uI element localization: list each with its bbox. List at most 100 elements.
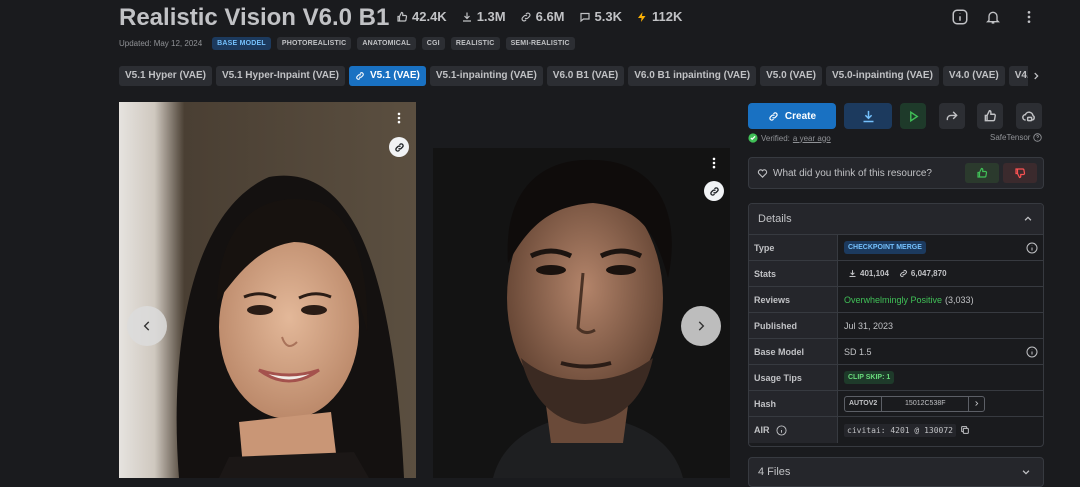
info-icon[interactable] [1026, 242, 1038, 254]
link-icon [521, 12, 531, 21]
copy-icon[interactable] [960, 425, 970, 435]
generations-count: 6,047,870 [910, 269, 947, 278]
tag-badge[interactable]: CGI [421, 37, 445, 50]
gallery-image-1[interactable] [119, 102, 416, 478]
info-icon[interactable] [1026, 346, 1038, 358]
air-value: civitai: 4201 @ 130072 [844, 423, 956, 437]
buzz-stat: 112K [636, 9, 682, 24]
lightning-icon [637, 11, 646, 22]
detail-row-stats: Stats 401,104 6,047,870 [749, 261, 1043, 287]
downloads-stat: 401,104 [848, 269, 889, 278]
versions-scroll-right-button[interactable] [1028, 66, 1044, 86]
cloud-lock-icon [1022, 111, 1035, 122]
bell-plus-icon [986, 11, 1000, 24]
info-icon [952, 9, 968, 25]
dots-vertical-icon [397, 112, 401, 124]
tag-badge[interactable]: REALISTIC [450, 37, 500, 50]
save-to-collection-button[interactable] [1016, 103, 1042, 129]
reviews-link[interactable]: Overwhelmingly Positive [844, 295, 942, 305]
download-button[interactable] [844, 103, 892, 129]
dots-vertical-icon [712, 157, 716, 169]
air-label-cell: AIR [749, 417, 838, 443]
downloads-count: 1.3M [476, 9, 506, 24]
heart-icon [757, 169, 768, 178]
chevron-left-icon [143, 321, 150, 331]
comments-count: 5.3K [594, 9, 622, 24]
detail-label: Stats [749, 261, 838, 286]
hash-value[interactable]: 15012C538F [882, 396, 970, 411]
review-positive-button[interactable] [965, 163, 999, 183]
review-negative-button[interactable] [1003, 163, 1037, 183]
verified-time-link[interactable]: a year ago [793, 134, 831, 143]
download-icon [863, 110, 873, 122]
model-stats: 42.4K 1.3M 6.6M 5.3K 112K [396, 9, 682, 24]
details-heading: Details [758, 213, 792, 225]
detail-label: AIR [754, 425, 770, 435]
detail-row-air: AIR civitai: 4201 @ 130072 [749, 417, 1043, 443]
like-button[interactable] [977, 103, 1003, 129]
carousel-next-button[interactable] [681, 306, 721, 346]
detail-label: Base Model [749, 339, 838, 364]
version-tab[interactable]: V6.0 B1 (VAE) [546, 66, 625, 86]
downloads-count: 401,104 [860, 269, 889, 278]
file-format-label: SafeTensor [990, 133, 1031, 142]
version-tab[interactable]: V4.0 (VAE) [942, 66, 1005, 86]
reviews-count: (3,033) [945, 294, 974, 305]
detail-row-hash: Hash AUTOV2 15012C538F [749, 391, 1043, 417]
info-icon[interactable] [775, 424, 787, 436]
image-options-button[interactable] [390, 109, 408, 127]
chevron-right-icon [975, 401, 979, 406]
version-tab[interactable]: V5.1 Hyper-Inpaint (VAE) [215, 66, 346, 86]
verified-label: Verified: [761, 133, 790, 143]
detail-row-published: Published Jul 31, 2023 [749, 313, 1043, 339]
base-model-value: SD 1.5 [844, 346, 872, 357]
published-date: Jul 31, 2023 [844, 320, 894, 331]
info-button[interactable] [949, 6, 971, 28]
model-meta: Updated: May 12, 2024 BASE MODEL PHOTORE… [119, 37, 575, 50]
carousel-prev-button[interactable] [127, 306, 167, 346]
play-icon [909, 110, 919, 122]
tag-badge[interactable]: PHOTOREALISTIC [276, 37, 352, 50]
image-options-button[interactable] [705, 154, 723, 172]
create-button[interactable]: Create [748, 103, 836, 129]
updated-date: Updated: May 12, 2024 [119, 39, 203, 48]
thumbs-down-icon [1015, 168, 1026, 179]
chevron-right-icon [698, 321, 705, 331]
more-options-button[interactable] [1018, 6, 1040, 28]
version-tab[interactable]: V5.0 (VAE) [760, 66, 822, 86]
image-remix-button[interactable] [704, 181, 724, 201]
detail-row-reviews: Reviews Overwhelmingly Positive (3,033) [749, 287, 1043, 313]
image-remix-button[interactable] [389, 137, 409, 157]
notify-button[interactable] [982, 6, 1004, 28]
comment-icon [579, 12, 590, 22]
generations-stat: 6.6M [520, 9, 565, 24]
detail-label: Published [749, 313, 838, 338]
page-title: Realistic Vision V6.0 B1 [119, 4, 390, 31]
detail-label: Usage Tips [749, 365, 838, 390]
link-icon [709, 186, 719, 196]
thumbs-up-icon [977, 167, 988, 178]
details-header[interactable]: Details [749, 204, 1043, 235]
verified-check-icon [748, 133, 758, 143]
share-button[interactable] [939, 103, 965, 129]
detail-label: Type [749, 235, 838, 260]
version-tab[interactable]: V5.1-inpainting (VAE) [429, 66, 543, 86]
tag-badge[interactable]: ANATOMICAL [357, 37, 416, 50]
type-badge: CHECKPOINT MERGE [844, 241, 926, 254]
hash-algorithm-select[interactable]: AUTOV2 [845, 396, 883, 411]
files-panel-header[interactable]: 4 Files [748, 457, 1044, 487]
create-button-label: Create [784, 110, 817, 122]
version-tab[interactable]: V5.1 Hyper (VAE) [119, 66, 212, 86]
version-tab-active[interactable]: V5.1 (VAE) [349, 66, 426, 86]
download-icon [849, 270, 856, 277]
chevron-right-icon [1034, 72, 1039, 80]
tag-badge[interactable]: SEMI-REALISTIC [505, 37, 575, 50]
version-tab[interactable]: V6.0 B1 inpainting (VAE) [628, 66, 757, 86]
download-icon [462, 12, 471, 22]
help-circle-icon[interactable] [1033, 133, 1043, 142]
run-button[interactable] [900, 103, 926, 129]
hash-next-button[interactable] [969, 397, 984, 411]
detail-row-type: Type CHECKPOINT MERGE [749, 235, 1043, 261]
version-tab[interactable]: V5.0-inpainting (VAE) [825, 66, 939, 86]
likes-count: 42.4K [412, 9, 447, 24]
